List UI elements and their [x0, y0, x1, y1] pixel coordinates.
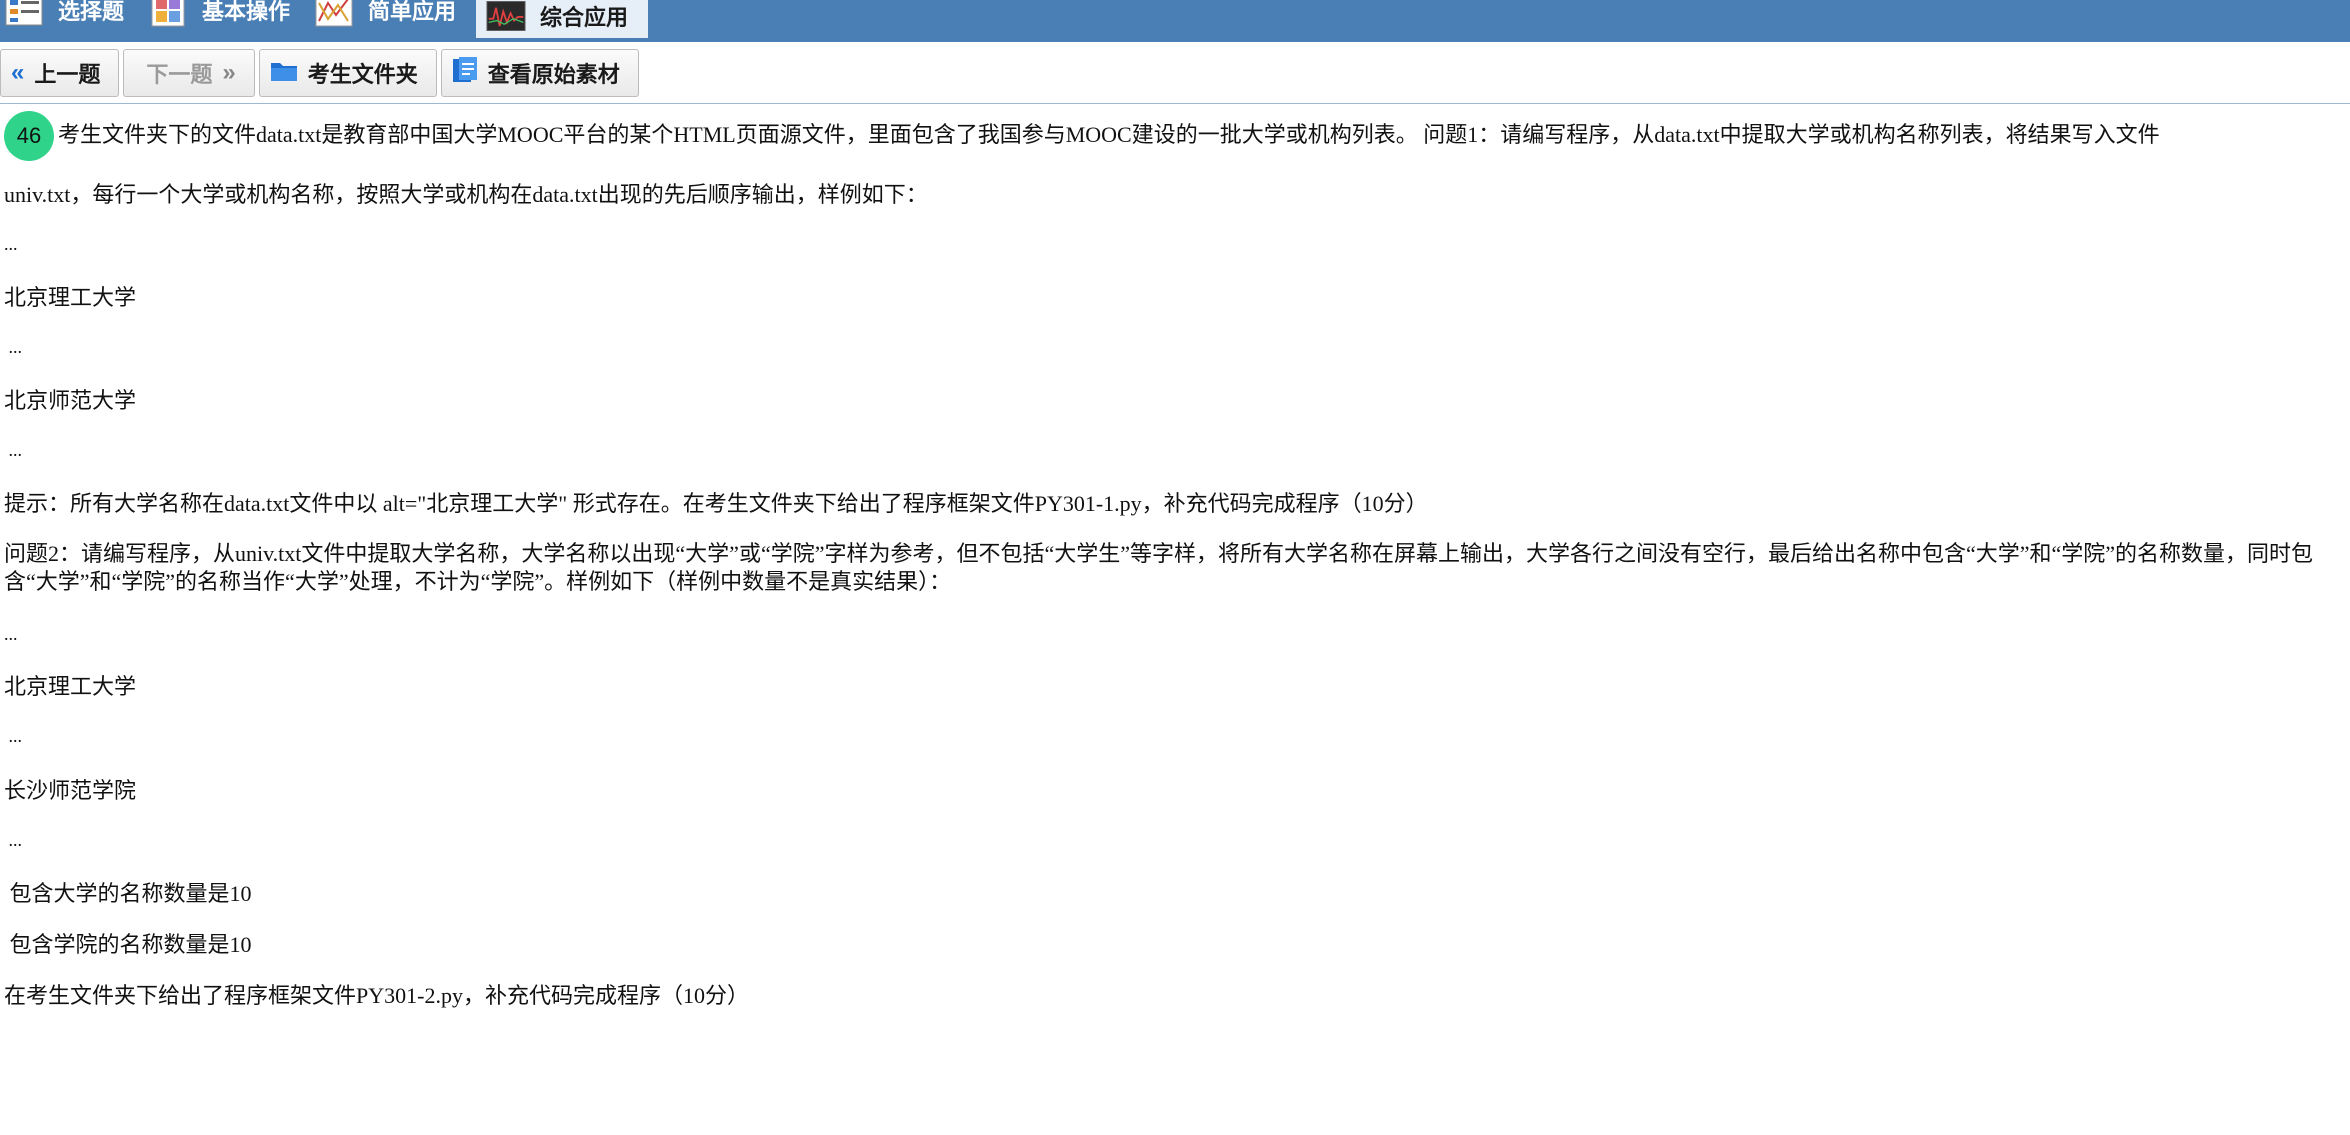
exam-folder-label: 考生文件夹: [307, 61, 418, 87]
tab-simple-app-label: 简单应用: [368, 0, 457, 24]
sample1-item-1: 北京理工大学: [4, 285, 137, 310]
exam-folder-button[interactable]: 考生文件夹: [258, 48, 437, 97]
view-original-material-label: 查看原始素材: [487, 61, 620, 87]
hint-problem1: 提示：所有大学名称在data.txt文件中以 alt="北京理工大学" 形式存在…: [4, 491, 1428, 516]
question-intro: 46 考生文件夹下的文件data.txt是教育部中国大学MOOC平台的某个HTM…: [4, 111, 2346, 161]
chart-icon: [314, 0, 354, 27]
next-question-label: 下一题: [146, 61, 213, 87]
waveform-icon: [486, 0, 526, 33]
question-intro-line2: univ.txt，每行一个大学或机构名称，按照大学或机构在data.txt出现的…: [4, 182, 928, 207]
sample1-item-2: 北京师范大学: [4, 388, 137, 413]
question-number-badge: 46: [4, 111, 54, 161]
count-university: 包含大学的名称数量是10: [4, 881, 252, 906]
question-intro-line1: 考生文件夹下的文件data.txt是教育部中国大学MOOC平台的某个HTML页面…: [58, 122, 2160, 147]
folder-icon: [270, 58, 298, 88]
sample-ellipsis-2: ...: [4, 337, 23, 357]
tab-choice-label: 选择题: [58, 0, 125, 24]
sample-ellipsis-4: ...: [4, 624, 18, 644]
tab-basic-ops-label: 基本操作: [202, 0, 291, 24]
tab-basic-ops[interactable]: 基本操作: [144, 0, 310, 27]
problem2-text: 问题2：请编写程序，从univ.txt文件中提取大学名称，大学名称以出现“大学”…: [4, 541, 2314, 594]
toolbar: « 上一题 下一题 » 考生文件夹 查看原始素材: [0, 42, 2350, 104]
sample-ellipsis-5: ...: [4, 726, 23, 746]
document-icon: [452, 56, 478, 90]
tab-comprehensive-app-label: 综合应用: [540, 5, 629, 30]
count-college: 包含学院的名称数量是10: [4, 932, 252, 957]
grid-icon: [148, 0, 188, 27]
prev-question-label: 上一题: [34, 61, 101, 87]
list-icon: [4, 0, 44, 27]
tab-choice[interactable]: 选择题: [0, 0, 144, 26]
sample-ellipsis-1: ...: [4, 234, 18, 254]
sample2-item-1: 北京理工大学: [4, 674, 137, 699]
double-chevron-left-icon: «: [11, 58, 25, 86]
view-original-material-button[interactable]: 查看原始素材: [440, 48, 639, 97]
hint-problem2: 在考生文件夹下给出了程序框架文件PY301-2.py，补充代码完成程序（10分）: [4, 983, 749, 1008]
tab-comprehensive-app[interactable]: 综合应用: [476, 0, 649, 38]
top-tab-bar: 选择题 基本操作 简单应用 综合应用: [0, 0, 2350, 42]
next-question-button[interactable]: 下一题 »: [123, 48, 255, 97]
sample2-item-2: 长沙师范学院: [4, 778, 137, 803]
sample-ellipsis-6: ...: [4, 830, 23, 850]
sample-ellipsis-3: ...: [4, 440, 23, 460]
prev-question-button[interactable]: « 上一题: [0, 48, 120, 97]
double-chevron-right-icon: »: [222, 58, 236, 86]
tab-simple-app[interactable]: 简单应用: [310, 0, 476, 27]
